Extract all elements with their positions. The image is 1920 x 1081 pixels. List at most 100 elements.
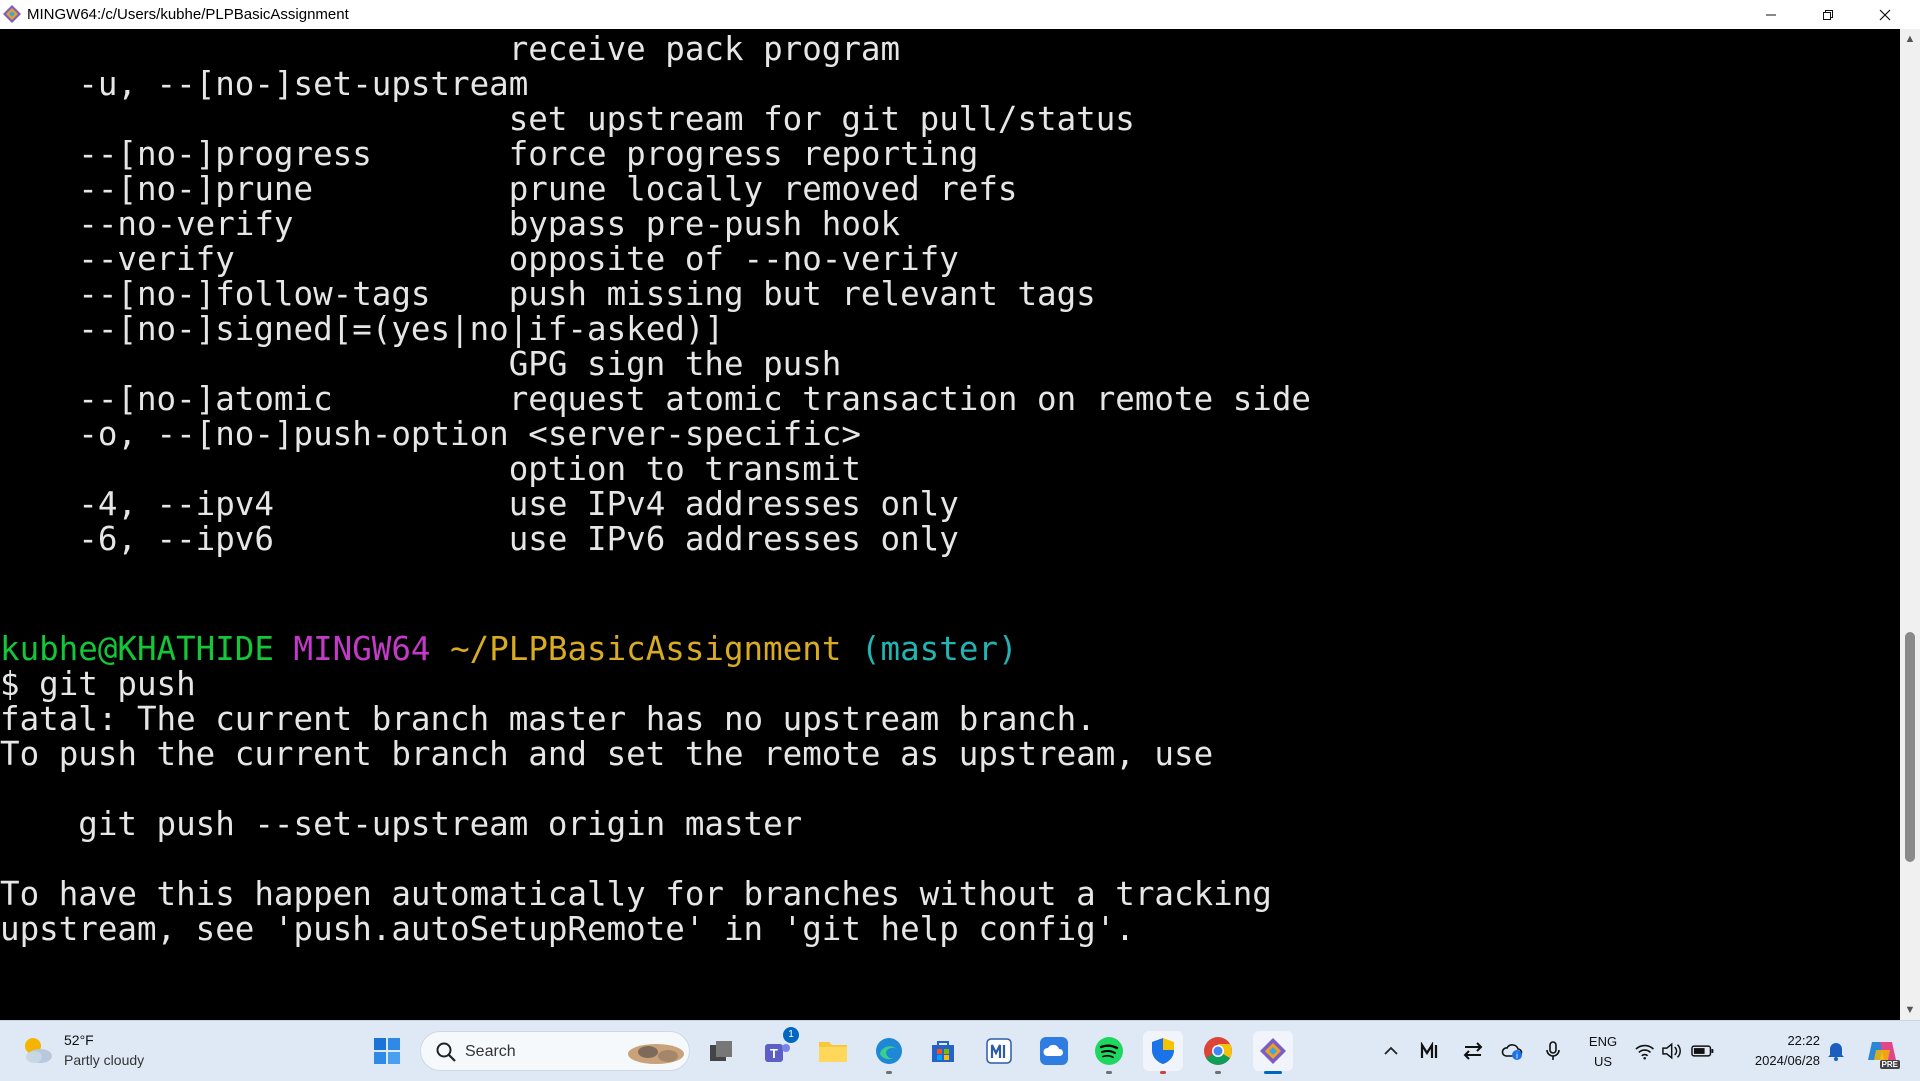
scroll-down-arrow-icon[interactable]: ▼ (1900, 1000, 1920, 1020)
minimize-button[interactable] (1748, 0, 1794, 29)
search-box[interactable]: Search (420, 1031, 690, 1071)
help-line: --[no-]follow-tags push missing but rele… (0, 275, 1096, 313)
tray-onedrive[interactable]: i (1499, 1021, 1527, 1081)
microphone-icon (1546, 1041, 1560, 1060)
clock-date: 2024/06/28 (1754, 1053, 1820, 1068)
cloud-info-icon: i (1501, 1044, 1523, 1061)
help-line: --no-verify bypass pre-push hook (0, 205, 901, 243)
taskbar: 52°F Partly cloudy Search T 1 i ENG US 2… (0, 1020, 1920, 1081)
show-hidden-icons-button[interactable] (1379, 1021, 1403, 1081)
ml-app-button[interactable] (979, 1031, 1019, 1071)
output-line: To have this happen automatically for br… (0, 875, 1272, 913)
weather-widget[interactable]: 52°F Partly cloudy (0, 1021, 170, 1081)
vertical-scrollbar[interactable]: ▲ ▼ (1900, 29, 1920, 1020)
minimize-icon (1766, 14, 1776, 15)
teams-notification-badge: 1 (783, 1027, 799, 1043)
chrome-icon (1204, 1037, 1232, 1065)
keyboard-layout: US (1593, 1054, 1613, 1069)
help-line: --[no-]signed[=(yes|no|if-asked)] (0, 310, 724, 348)
title-bar: MINGW64:/c/Users/kubhe/PLPBasicAssignmen… (0, 0, 1920, 29)
edge-icon (876, 1038, 902, 1064)
teams-button[interactable]: T 1 (757, 1027, 799, 1071)
windows-logo-icon (374, 1038, 400, 1064)
restore-icon (1823, 9, 1833, 20)
language-indicator[interactable]: ENG US (1585, 1021, 1621, 1081)
cloud-app-button[interactable] (1034, 1031, 1074, 1071)
active-window-indicator (1264, 1071, 1282, 1074)
search-icon (436, 1042, 456, 1062)
quick-settings-button[interactable] (1634, 1021, 1714, 1081)
task-view-button[interactable] (701, 1031, 741, 1071)
language-code: ENG (1588, 1034, 1618, 1049)
search-label: Search (465, 1043, 516, 1060)
terminal-output[interactable]: receive pack program -u, --[no-]set-upst… (0, 29, 1900, 1020)
scroll-thumb[interactable] (1905, 632, 1915, 862)
git-icon (1260, 1038, 1286, 1064)
security-button[interactable] (1143, 1031, 1183, 1074)
help-line: GPG sign the push (0, 345, 842, 383)
running-indicator (1160, 1071, 1166, 1074)
folder-icon (819, 1042, 847, 1062)
window-title: MINGW64:/c/Users/kubhe/PLPBasicAssignmen… (27, 6, 349, 23)
help-line: set upstream for git pull/status (0, 100, 1135, 138)
output-line: To push the current branch and set the r… (0, 735, 1214, 773)
spotify-icon (1095, 1037, 1123, 1065)
ml-app-icon (986, 1038, 1012, 1064)
svg-text:i: i (1516, 1052, 1518, 1061)
scroll-up-arrow-icon[interactable]: ▲ (1900, 29, 1920, 49)
help-line: option to transmit (0, 450, 861, 488)
chevron-up-icon (1384, 1046, 1398, 1055)
clock-time: 22:22 (1787, 1033, 1820, 1048)
tray-ml-app[interactable] (1418, 1021, 1444, 1081)
chrome-button[interactable] (1198, 1031, 1238, 1074)
output-line: upstream, see 'push.autoSetupRemote' in … (0, 910, 1135, 948)
prompt-env: MINGW64 (293, 630, 431, 668)
edge-button[interactable] (869, 1031, 909, 1074)
git-bash-app-icon (3, 5, 21, 23)
microsoft-store-button[interactable] (923, 1031, 963, 1071)
task-view-icon (710, 1041, 732, 1061)
weather-description: Partly cloudy (64, 1052, 145, 1068)
running-indicator (1106, 1071, 1112, 1074)
prompt-user-host: kubhe@KHATHIDE (0, 630, 274, 668)
copilot-button[interactable]: PRE (1862, 1021, 1902, 1081)
command-line: $ git push (0, 665, 196, 703)
copilot-preview-badge: PRE (1879, 1060, 1900, 1069)
file-explorer-button[interactable] (813, 1031, 853, 1071)
help-line: --verify opposite of --no-verify (0, 240, 959, 278)
git-bash-button[interactable] (1253, 1031, 1293, 1074)
cloud-app-icon (1040, 1037, 1068, 1065)
help-line: -4, --ipv4 use IPv4 addresses only (0, 485, 959, 523)
prompt-branch: (master) (860, 630, 1018, 668)
output-line: fatal: The current branch master has no … (0, 700, 1096, 738)
running-indicator (1215, 1071, 1221, 1074)
search-highlight-image-icon (628, 1044, 684, 1064)
transfer-arrows-icon (1463, 1042, 1483, 1060)
bell-icon (1828, 1043, 1844, 1061)
wifi-icon (1635, 1044, 1654, 1060)
shield-icon (1152, 1038, 1174, 1064)
help-line: -u, --[no-]set-upstream (0, 65, 529, 103)
close-icon (1879, 9, 1891, 20)
help-line: --[no-]prune prune locally removed refs (0, 170, 1018, 208)
partly-cloudy-icon (25, 1038, 52, 1063)
notifications-button[interactable] (1822, 1021, 1850, 1081)
start-button[interactable] (367, 1031, 407, 1071)
volume-icon (1662, 1042, 1682, 1060)
shell-prompt: kubhe@KHATHIDE MINGW64 ~/PLPBasicAssignm… (0, 632, 1018, 667)
spotify-button[interactable] (1089, 1031, 1129, 1074)
help-line: receive pack program (0, 30, 901, 68)
restore-button[interactable] (1805, 0, 1851, 29)
ml-tray-icon (1420, 1042, 1438, 1058)
tray-microphone[interactable] (1540, 1021, 1566, 1081)
close-button[interactable] (1862, 0, 1908, 29)
prompt-path: ~/PLPBasicAssignment (450, 630, 842, 668)
help-line: --[no-]progress force progress reporting (0, 135, 979, 173)
store-icon (932, 1041, 954, 1062)
help-line: --[no-]atomic request atomic transaction… (0, 380, 1311, 418)
weather-temperature: 52°F (64, 1032, 94, 1048)
battery-icon (1690, 1045, 1714, 1057)
svg-text:T: T (770, 1046, 778, 1061)
tray-transfer[interactable] (1460, 1021, 1486, 1081)
running-indicator (886, 1071, 892, 1074)
